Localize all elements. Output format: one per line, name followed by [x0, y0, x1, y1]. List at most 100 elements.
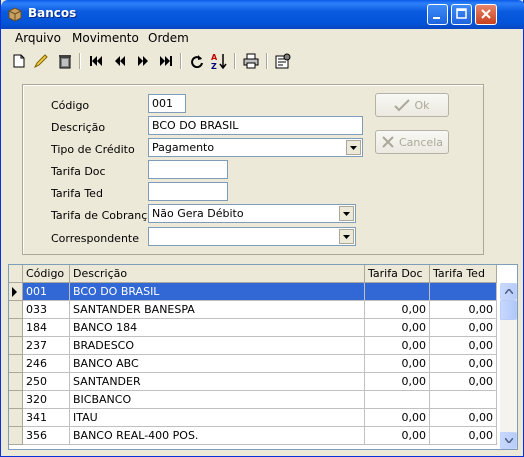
banks-grid[interactable]: Código Descrição Tarifa Doc Tarifa Ted 0… [8, 264, 518, 450]
checkmark-icon [394, 99, 411, 112]
cell-descricao[interactable]: SANTANDER [70, 373, 365, 391]
table-row[interactable]: 341 ITAU 0,00 0,00 [9, 409, 499, 427]
cell-tarifa-ted[interactable]: 0,00 [430, 409, 497, 427]
table-row[interactable]: 246 BANCO ABC 0,00 0,00 [9, 355, 499, 373]
descricao-input[interactable]: BCO DO BRASIL [148, 116, 363, 135]
cell-tarifa-doc[interactable] [365, 391, 430, 409]
tarifa-cobranca-dropdown-button[interactable] [339, 206, 354, 221]
header-descricao[interactable]: Descrição [70, 265, 365, 283]
tipo-credito-dropdown-button[interactable] [346, 140, 361, 155]
cell-tarifa-ted[interactable]: 0,00 [430, 301, 497, 319]
cell-tarifa-ted[interactable]: 0,00 [430, 337, 497, 355]
menu-ordem[interactable]: Ordem [148, 31, 189, 45]
header-tarifa-doc[interactable]: Tarifa Doc [365, 265, 430, 283]
scroll-up-button[interactable] [500, 283, 517, 300]
first-record-button[interactable] [87, 52, 105, 70]
cell-tarifa-doc[interactable]: 0,00 [365, 409, 430, 427]
print-icon [243, 53, 259, 69]
cell-descricao[interactable]: ITAU [70, 409, 365, 427]
cell-tarifa-doc[interactable]: 0,00 [365, 427, 430, 445]
cell-tarifa-doc[interactable]: 0,00 [365, 355, 430, 373]
table-row[interactable]: 001 BCO DO BRASIL [9, 283, 499, 301]
cell-codigo[interactable]: 356 [23, 427, 70, 445]
menu-movimento[interactable]: Movimento [72, 31, 139, 45]
scroll-down-button[interactable] [500, 432, 517, 449]
table-row[interactable]: 237 BRADESCO 0,00 0,00 [9, 337, 499, 355]
correspondente-dropdown-button[interactable] [339, 229, 354, 244]
correspondente-select[interactable] [148, 227, 356, 246]
refresh-button[interactable] [188, 52, 206, 70]
cell-tarifa-ted[interactable]: 0,00 [430, 373, 497, 391]
cell-tarifa-ted[interactable]: 0,00 [430, 355, 497, 373]
minimize-icon [433, 17, 440, 19]
row-indicator [9, 409, 23, 427]
cell-descricao[interactable]: BCO DO BRASIL [70, 283, 365, 301]
cell-tarifa-doc[interactable] [365, 283, 430, 301]
table-row[interactable]: 184 BANCO 184 0,00 0,00 [9, 319, 499, 337]
cell-codigo[interactable]: 237 [23, 337, 70, 355]
maximize-button[interactable] [451, 4, 472, 25]
last-icon [160, 56, 172, 66]
properties-button[interactable] [274, 52, 292, 70]
ok-button-label: Ok [414, 98, 430, 112]
cancel-button[interactable]: Cancela [375, 130, 449, 154]
tarifa-ted-input[interactable] [148, 182, 228, 201]
cell-descricao[interactable]: BANCO ABC [70, 355, 365, 373]
new-button[interactable] [10, 52, 28, 70]
tarifa-doc-input[interactable] [148, 160, 228, 179]
cell-codigo[interactable]: 341 [23, 409, 70, 427]
ok-button[interactable]: Ok [375, 93, 449, 117]
cell-descricao[interactable]: BRADESCO [70, 337, 365, 355]
close-button[interactable] [475, 4, 497, 25]
cell-descricao[interactable]: BICBANCO [70, 391, 365, 409]
header-tarifa-ted[interactable]: Tarifa Ted [430, 265, 497, 283]
cell-codigo[interactable]: 246 [23, 355, 70, 373]
table-row[interactable]: 250 SANTANDER 0,00 0,00 [9, 373, 499, 391]
chevron-down-icon [343, 211, 350, 216]
sort-button[interactable]: AZ [210, 52, 228, 70]
header-codigo[interactable]: Código [23, 265, 70, 283]
cell-tarifa-ted[interactable] [430, 283, 497, 301]
toolbar-separator [234, 53, 236, 69]
cell-descricao[interactable]: SANTANDER BANESPA [70, 301, 365, 319]
print-button[interactable] [242, 52, 260, 70]
cell-tarifa-doc[interactable]: 0,00 [365, 301, 430, 319]
vertical-scrollbar[interactable] [500, 283, 517, 449]
cell-codigo[interactable]: 320 [23, 391, 70, 409]
title-bar[interactable]: Bancos [1, 0, 524, 29]
current-row-arrow-icon [12, 287, 17, 297]
cell-codigo[interactable]: 184 [23, 319, 70, 337]
cell-codigo[interactable]: 033 [23, 301, 70, 319]
delete-button[interactable] [56, 52, 74, 70]
table-row[interactable]: 320 BICBANCO [9, 391, 499, 409]
svg-text:A: A [211, 53, 218, 62]
cell-codigo[interactable]: 250 [23, 373, 70, 391]
table-row[interactable]: 033 SANTANDER BANESPA 0,00 0,00 [9, 301, 499, 319]
edit-button[interactable] [32, 52, 50, 70]
edit-panel: Código 001 Descrição BCO DO BRASIL Tipo … [22, 84, 484, 255]
prev-record-button[interactable] [111, 52, 129, 70]
cell-codigo[interactable]: 001 [23, 283, 70, 301]
tipo-credito-select[interactable]: Pagamento [148, 138, 363, 157]
menu-arquivo[interactable]: Arquivo [15, 31, 61, 45]
delete-icon [59, 55, 71, 69]
codigo-input[interactable]: 001 [148, 94, 186, 113]
cell-tarifa-doc[interactable]: 0,00 [365, 337, 430, 355]
cell-descricao[interactable]: BANCO 184 [70, 319, 365, 337]
cell-tarifa-doc[interactable]: 0,00 [365, 373, 430, 391]
minimize-button[interactable] [427, 4, 448, 25]
table-row[interactable]: 356 BANCO REAL-400 POS. 0,00 0,00 [9, 427, 499, 445]
row-indicator [9, 355, 23, 373]
next-record-button[interactable] [134, 52, 152, 70]
row-indicator [9, 373, 23, 391]
cell-tarifa-ted[interactable]: 0,00 [430, 427, 497, 445]
cell-tarifa-ted[interactable] [430, 391, 497, 409]
grid-header: Código Descrição Tarifa Doc Tarifa Ted [9, 265, 499, 283]
scroll-thumb[interactable] [500, 300, 517, 320]
cell-tarifa-doc[interactable]: 0,00 [365, 319, 430, 337]
next-icon [138, 56, 148, 66]
cell-descricao[interactable]: BANCO REAL-400 POS. [70, 427, 365, 445]
cell-tarifa-ted[interactable]: 0,00 [430, 319, 497, 337]
tarifa-cobranca-select[interactable]: Não Gera Débito [148, 204, 356, 223]
last-record-button[interactable] [157, 52, 175, 70]
